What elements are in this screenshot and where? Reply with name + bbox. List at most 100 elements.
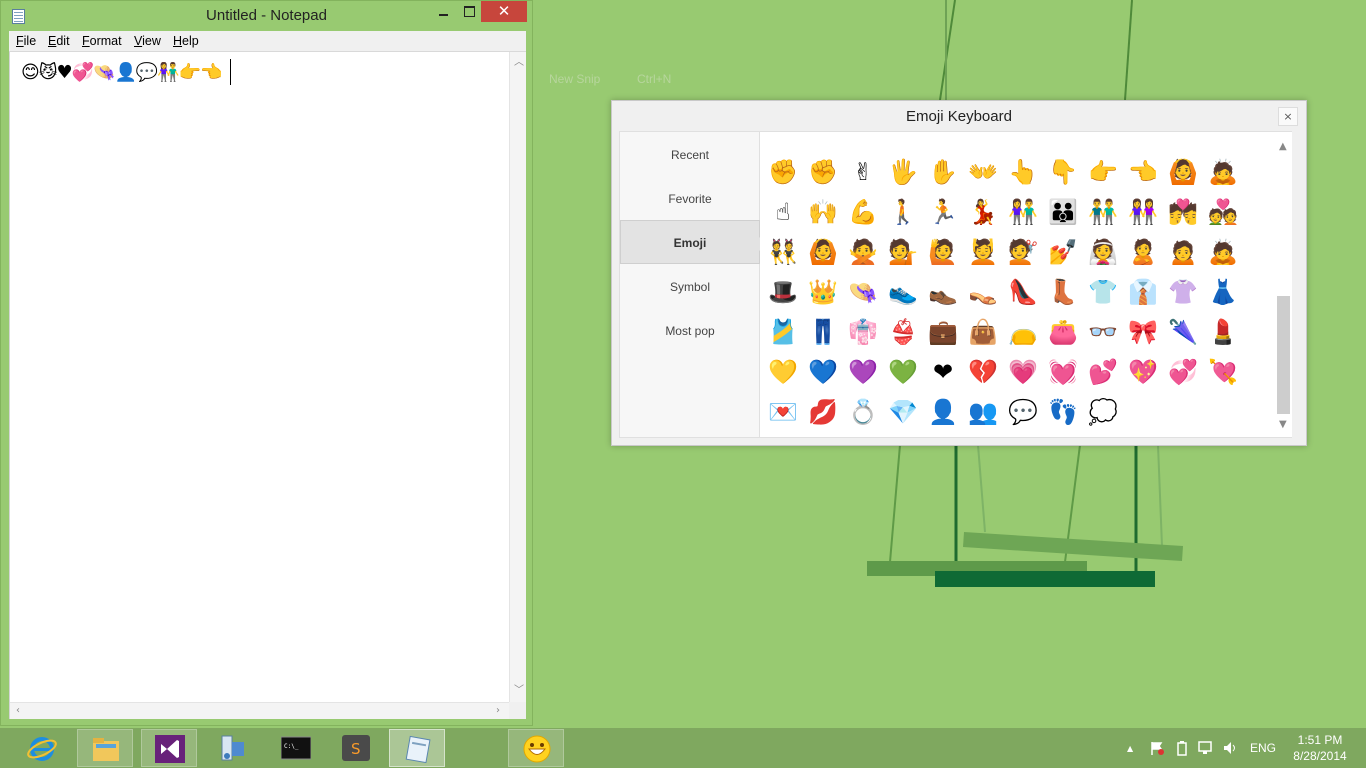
emoji-key[interactable]: 💏 (1163, 192, 1203, 232)
emoji-key[interactable]: 💄 (1203, 312, 1243, 352)
input-language-indicator[interactable]: ENG (1250, 741, 1276, 755)
power-icon[interactable] (1174, 740, 1190, 756)
emoji-key[interactable]: 🙋 (923, 232, 963, 272)
emoji-key[interactable]: 👠 (1003, 272, 1043, 312)
minimize-button[interactable] (433, 1, 455, 23)
menu-format[interactable]: Format (82, 34, 122, 48)
emoji-key[interactable]: 👝 (1003, 312, 1043, 352)
emoji-key[interactable]: 💌 (763, 392, 803, 432)
emoji-key[interactable]: 👇 (1043, 152, 1083, 192)
emoji-key[interactable]: 💋 (803, 392, 843, 432)
emoji-key[interactable]: 💛 (763, 352, 803, 392)
tab-most-popular[interactable]: Most pop (620, 309, 760, 353)
emoji-key[interactable]: ☝ (763, 192, 803, 232)
emoji-key[interactable]: 💃 (963, 192, 1003, 232)
notepad-titlebar[interactable]: Untitled - Notepad ✕ (1, 1, 532, 31)
emoji-scrollbar[interactable]: ▲ ▼ (1275, 131, 1292, 438)
emoji-key[interactable]: 👘 (843, 312, 883, 352)
taskbar-internet-explorer[interactable] (14, 729, 70, 767)
emoji-key[interactable]: 🙍 (1163, 232, 1203, 272)
emoji-key[interactable]: 🎀 (1123, 312, 1163, 352)
emoji-key[interactable]: 🙆 (803, 232, 843, 272)
emoji-key[interactable]: ✌ (843, 152, 883, 192)
emoji-key[interactable]: 👛 (1043, 312, 1083, 352)
emoji-key[interactable]: 💆 (963, 232, 1003, 272)
emoji-key[interactable]: 🖐 (883, 152, 923, 192)
emoji-key[interactable]: 💑 (1203, 192, 1243, 232)
emoji-key[interactable]: 👒 (843, 272, 883, 312)
emoji-key[interactable]: 🌂 (1163, 312, 1203, 352)
emoji-key[interactable]: 👣 (1043, 392, 1083, 432)
taskbar-sublime-text[interactable]: S (328, 729, 384, 767)
emoji-key[interactable]: 💜 (843, 352, 883, 392)
emoji-key[interactable]: 👐 (963, 152, 1003, 192)
emoji-key[interactable]: 👆 (1003, 152, 1043, 192)
scroll-left-arrow-icon[interactable]: ‹ (16, 706, 20, 716)
emoji-key[interactable]: 👯 (763, 232, 803, 272)
emoji-key[interactable]: 💼 (923, 312, 963, 352)
emoji-key[interactable]: 💔 (963, 352, 1003, 392)
emoji-key[interactable]: ✊ (763, 152, 803, 192)
emoji-key[interactable]: ✊ (803, 152, 843, 192)
network-icon[interactable] (1198, 740, 1214, 756)
emoji-key[interactable]: 💘 (1203, 352, 1243, 392)
emoji-key[interactable]: 🙅 (843, 232, 883, 272)
emoji-key[interactable]: 👗 (1203, 272, 1243, 312)
emoji-key[interactable]: 👟 (883, 272, 923, 312)
emoji-key[interactable]: 💅 (1043, 232, 1083, 272)
emoji-key[interactable]: 💇 (1003, 232, 1043, 272)
emoji-key[interactable]: 👑 (803, 272, 843, 312)
scroll-up-arrow-icon[interactable]: ︿ (514, 58, 524, 68)
emoji-key[interactable]: 🙌 (803, 192, 843, 232)
emoji-key[interactable]: 🙎 (1123, 232, 1163, 272)
emoji-key[interactable]: 💖 (1123, 352, 1163, 392)
emoji-key[interactable]: 💗 (1003, 352, 1043, 392)
emoji-key[interactable]: 💁 (883, 232, 923, 272)
scroll-up-arrow-icon[interactable]: ▲ (1279, 142, 1287, 152)
show-hidden-icons-chevron-icon[interactable]: ▲ (1127, 744, 1133, 753)
horizontal-scrollbar[interactable]: ‹ › (10, 702, 509, 719)
emoji-key[interactable]: ❤ (923, 352, 963, 392)
emoji-key[interactable]: 👉 (1083, 152, 1123, 192)
scroll-down-arrow-icon[interactable]: ▼ (1279, 420, 1287, 430)
emoji-key[interactable]: 👖 (803, 312, 843, 352)
emoji-key[interactable]: 💓 (1043, 352, 1083, 392)
taskbar-network-tool[interactable] (205, 729, 261, 767)
emoji-key[interactable]: 👰 (1083, 232, 1123, 272)
resize-grip[interactable] (509, 702, 526, 719)
emoji-key[interactable]: 👫 (1003, 192, 1043, 232)
taskbar-file-explorer[interactable] (77, 729, 133, 767)
tab-emoji[interactable]: Emoji (620, 220, 767, 264)
emoji-key[interactable]: 💬 (1003, 392, 1043, 432)
emoji-key[interactable]: ✋ (923, 152, 963, 192)
emoji-key[interactable]: 💪 (843, 192, 883, 232)
menu-view[interactable]: View (134, 34, 161, 48)
emoji-key[interactable]: 👈 (1123, 152, 1163, 192)
taskbar-visual-studio[interactable] (141, 729, 197, 767)
taskbar-command-prompt[interactable]: C:\_ (268, 729, 324, 767)
emoji-key[interactable]: 👕 (1083, 272, 1123, 312)
emoji-key[interactable]: 👬 (1083, 192, 1123, 232)
emoji-key[interactable]: 👭 (1123, 192, 1163, 232)
emoji-key[interactable]: 👡 (963, 272, 1003, 312)
text-editor[interactable]: 😊😼♥💞👒👤💬👫👉👈 ︿ ﹀ ‹ › (9, 52, 526, 719)
action-center-flag-icon[interactable] (1149, 740, 1165, 756)
emoji-key[interactable]: 🎽 (763, 312, 803, 352)
emoji-key[interactable]: 👪 (1043, 192, 1083, 232)
emoji-key[interactable]: 💎 (883, 392, 923, 432)
emoji-key[interactable]: 👙 (883, 312, 923, 352)
menu-edit[interactable]: Edit (48, 34, 70, 48)
scroll-right-arrow-icon[interactable]: › (496, 706, 500, 716)
emoji-key[interactable]: 💭 (1083, 392, 1123, 432)
maximize-button[interactable] (458, 1, 480, 23)
emoji-key[interactable]: 🙆 (1163, 152, 1203, 192)
emoji-key[interactable]: 👤 (923, 392, 963, 432)
vertical-scrollbar[interactable]: ︿ ﹀ (509, 52, 526, 702)
emoji-key[interactable]: 👜 (963, 312, 1003, 352)
close-button[interactable]: ✕ (481, 1, 527, 22)
emoji-key[interactable]: 💕 (1083, 352, 1123, 392)
taskbar-emoji-keyboard[interactable] (508, 729, 564, 767)
menu-help[interactable]: Help (173, 34, 199, 48)
emoji-key[interactable]: 🏃 (923, 192, 963, 232)
emoji-key[interactable]: 🎩 (763, 272, 803, 312)
